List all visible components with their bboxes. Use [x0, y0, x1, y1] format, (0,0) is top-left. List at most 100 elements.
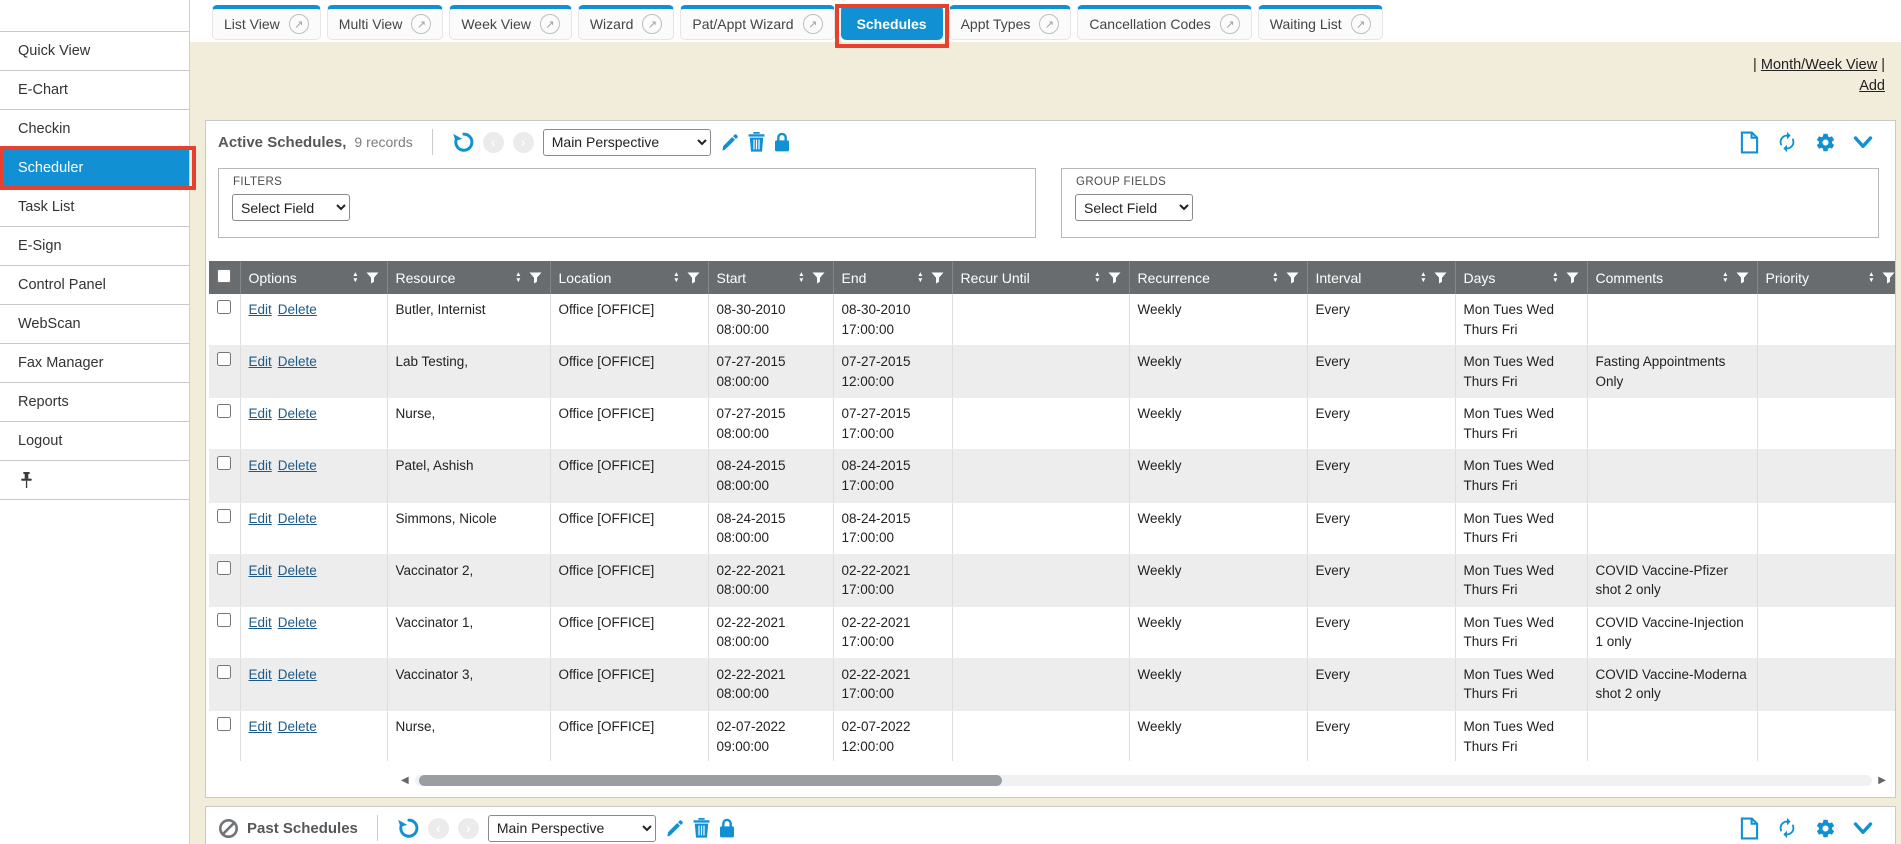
tab-schedules[interactable]: Schedules	[841, 5, 943, 40]
tab-pat-appt-wizard[interactable]: Pat/Appt Wizard↗	[680, 5, 834, 40]
scrollbar-thumb[interactable]	[419, 775, 1002, 786]
column-header-comments[interactable]: Comments▲▼	[1587, 261, 1757, 294]
filter-icon[interactable]	[1108, 272, 1121, 284]
open-in-new-icon[interactable]: ↗	[803, 14, 823, 34]
sort-icon[interactable]: ▲▼	[1868, 272, 1874, 283]
refresh-icon[interactable]	[1776, 131, 1798, 153]
refresh-icon[interactable]	[1776, 817, 1798, 839]
delete-link[interactable]: Delete	[278, 667, 317, 682]
sort-icon[interactable]: ▲▼	[515, 272, 521, 283]
column-header-days[interactable]: Days▲▼	[1455, 261, 1587, 294]
delete-link[interactable]: Delete	[278, 615, 317, 630]
tab-list-view[interactable]: List View↗	[212, 5, 321, 40]
delete-link[interactable]: Delete	[278, 563, 317, 578]
sort-icon[interactable]: ▲▼	[1722, 272, 1728, 283]
open-in-new-icon[interactable]: ↗	[540, 14, 560, 34]
open-in-new-icon[interactable]: ↗	[1039, 14, 1059, 34]
column-header-end[interactable]: End▲▼	[833, 261, 952, 294]
select-all-checkbox[interactable]	[217, 269, 231, 283]
lock-icon[interactable]	[719, 818, 735, 838]
new-document-icon[interactable]	[1740, 817, 1759, 840]
pin-icon[interactable]	[20, 472, 33, 489]
sort-icon[interactable]: ▲▼	[673, 272, 679, 283]
filter-icon[interactable]	[1286, 272, 1299, 284]
delete-link[interactable]: Delete	[278, 302, 317, 317]
open-in-new-icon[interactable]: ↗	[642, 14, 662, 34]
edit-link[interactable]: Edit	[249, 615, 272, 630]
filter-icon[interactable]	[687, 272, 700, 284]
gear-icon[interactable]	[1815, 132, 1836, 153]
filter-icon[interactable]	[812, 272, 825, 284]
edit-link[interactable]: Edit	[249, 719, 272, 734]
open-in-new-icon[interactable]: ↗	[1220, 14, 1240, 34]
filter-icon[interactable]	[931, 272, 944, 284]
edit-pencil-icon[interactable]	[720, 133, 739, 152]
filter-icon[interactable]	[1434, 272, 1447, 284]
delete-trash-icon[interactable]	[693, 818, 710, 838]
scrollbar-track[interactable]	[415, 775, 1873, 786]
open-in-new-icon[interactable]: ↗	[411, 14, 431, 34]
edit-link[interactable]: Edit	[249, 667, 272, 682]
delete-trash-icon[interactable]	[748, 132, 765, 152]
edit-link[interactable]: Edit	[249, 406, 272, 421]
sort-icon[interactable]: ▲▼	[1272, 272, 1278, 283]
prev-icon[interactable]: ‹	[428, 818, 449, 839]
row-checkbox[interactable]	[217, 456, 231, 470]
new-document-icon[interactable]	[1740, 131, 1759, 154]
row-checkbox[interactable]	[217, 613, 231, 627]
edit-pencil-icon[interactable]	[665, 819, 684, 838]
sidebar-item-fax-manager[interactable]: Fax Manager	[0, 344, 189, 383]
delete-link[interactable]: Delete	[278, 458, 317, 473]
column-header-interval[interactable]: Interval▲▼	[1307, 261, 1455, 294]
month-week-view-link[interactable]: Month/Week View	[1761, 57, 1877, 73]
tab-week-view[interactable]: Week View↗	[449, 5, 572, 40]
past-perspective-select[interactable]: Main Perspective	[488, 815, 656, 842]
column-header-start[interactable]: Start▲▼	[708, 261, 833, 294]
edit-link[interactable]: Edit	[249, 458, 272, 473]
column-header-priority[interactable]: Priority▲▼	[1757, 261, 1895, 294]
row-checkbox[interactable]	[217, 665, 231, 679]
sort-icon[interactable]: ▲▼	[1552, 272, 1558, 283]
edit-link[interactable]: Edit	[249, 563, 272, 578]
scroll-left-icon[interactable]: ◀	[401, 775, 409, 786]
row-checkbox[interactable]	[217, 352, 231, 366]
undo-icon[interactable]	[397, 817, 419, 839]
column-header-location[interactable]: Location▲▼	[550, 261, 708, 294]
scroll-right-icon[interactable]: ▶	[1878, 775, 1886, 786]
delete-link[interactable]: Delete	[278, 354, 317, 369]
gear-icon[interactable]	[1815, 818, 1836, 839]
filter-icon[interactable]	[1882, 272, 1895, 284]
next-icon[interactable]: ›	[458, 818, 479, 839]
sidebar-item-webscan[interactable]: WebScan	[0, 305, 189, 344]
sort-icon[interactable]: ▲▼	[798, 272, 804, 283]
sidebar-pin-row[interactable]	[0, 461, 189, 500]
filter-icon[interactable]	[1566, 272, 1579, 284]
sort-icon[interactable]: ▲▼	[1420, 272, 1426, 283]
add-link[interactable]: Add	[1859, 78, 1885, 94]
perspective-select[interactable]: Main Perspective	[543, 129, 711, 156]
lock-icon[interactable]	[774, 132, 790, 152]
delete-link[interactable]: Delete	[278, 719, 317, 734]
filters-field-select[interactable]: Select Field	[232, 194, 350, 221]
edit-link[interactable]: Edit	[249, 354, 272, 369]
next-icon[interactable]: ›	[513, 132, 534, 153]
tab-waiting-list[interactable]: Waiting List↗	[1258, 5, 1383, 40]
column-header-options[interactable]: Options▲▼	[240, 261, 387, 294]
tab-appt-types[interactable]: Appt Types↗	[949, 5, 1072, 40]
row-checkbox[interactable]	[217, 509, 231, 523]
tab-cancellation-codes[interactable]: Cancellation Codes↗	[1077, 5, 1251, 40]
undo-icon[interactable]	[452, 131, 474, 153]
column-header-recurrence[interactable]: Recurrence▲▼	[1129, 261, 1307, 294]
sort-icon[interactable]: ▲▼	[917, 272, 923, 283]
chevron-down-icon[interactable]	[1853, 136, 1873, 149]
prev-icon[interactable]: ‹	[483, 132, 504, 153]
row-checkbox[interactable]	[217, 717, 231, 731]
tab-wizard[interactable]: Wizard↗	[578, 5, 675, 40]
sidebar-item-reports[interactable]: Reports	[0, 383, 189, 422]
filter-icon[interactable]	[1736, 272, 1749, 284]
chevron-down-icon[interactable]	[1853, 822, 1873, 835]
filter-icon[interactable]	[529, 272, 542, 284]
sidebar-item-quick-view[interactable]: Quick View	[0, 32, 189, 71]
delete-link[interactable]: Delete	[278, 406, 317, 421]
sidebar-item-e-sign[interactable]: E-Sign	[0, 227, 189, 266]
